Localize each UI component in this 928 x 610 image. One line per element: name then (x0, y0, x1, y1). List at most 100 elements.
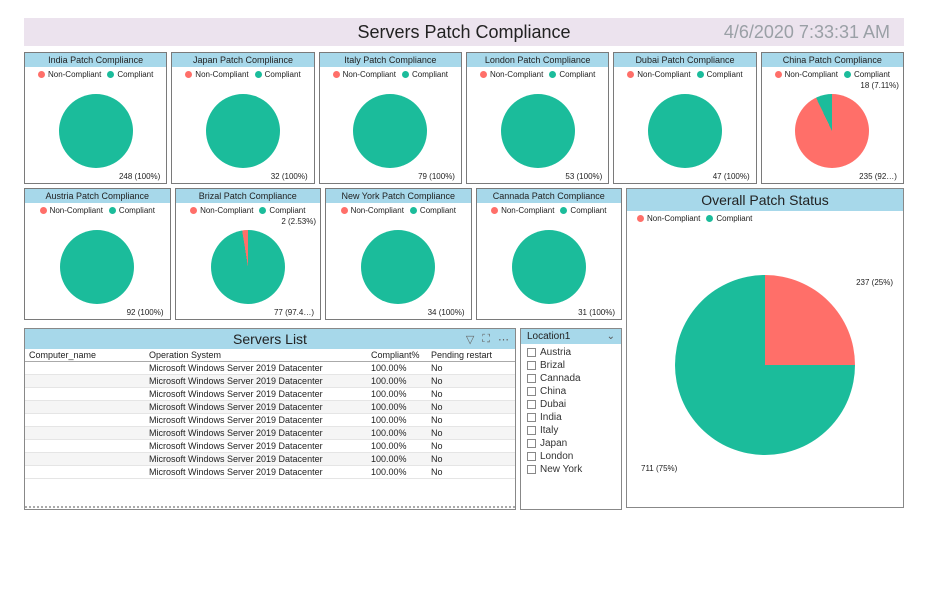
chart-title: Cannada Patch Compliance (477, 189, 622, 203)
location-item[interactable]: India (527, 412, 615, 423)
pie-chart[interactable] (512, 230, 586, 304)
location-label: Cannada (540, 373, 581, 384)
servers-table: Computer_name Operation System Compliant… (25, 349, 515, 506)
chart-title: Brizal Patch Compliance (176, 189, 321, 203)
location-item[interactable]: Italy (527, 425, 615, 436)
table-row[interactable]: Microsoft Windows Server 2019 Datacenter… (25, 466, 515, 479)
focus-icon[interactable]: ⛶ (482, 333, 490, 346)
dot-compliant-icon (549, 71, 556, 78)
location-item[interactable]: New York (527, 464, 615, 475)
checkbox-icon[interactable] (527, 400, 536, 409)
cell-os: Microsoft Windows Server 2019 Datacenter (149, 454, 371, 464)
chart-card: India Patch Compliance Non-Compliant Com… (24, 52, 167, 184)
legend-nc: Non-Compliant (647, 214, 700, 223)
location-title: Location1 (527, 331, 570, 342)
location-label: India (540, 412, 562, 423)
pie-chart[interactable] (206, 94, 280, 168)
dot-compliant-icon (844, 71, 851, 78)
table-row[interactable]: Microsoft Windows Server 2019 Datacenter… (25, 388, 515, 401)
checkbox-icon[interactable] (527, 465, 536, 474)
cell-compliant: 100.00% (371, 415, 431, 425)
location-panel: Location1 ⌄ Austria Brizal Cannada China… (520, 328, 622, 510)
pie-label: 77 (97.4…) (274, 308, 314, 317)
pie-chart[interactable] (353, 94, 427, 168)
location-label: Italy (540, 425, 558, 436)
location-item[interactable]: Dubai (527, 399, 615, 410)
legend-c: Compliant (119, 206, 155, 215)
location-item[interactable]: Brizal (527, 360, 615, 371)
location-item[interactable]: China (527, 386, 615, 397)
table-row[interactable]: Microsoft Windows Server 2019 Datacenter… (25, 414, 515, 427)
legend-c: Compliant (716, 214, 752, 223)
col-restart[interactable]: Pending restart (431, 350, 511, 360)
more-icon[interactable]: ⋯ (498, 333, 509, 346)
filter-icon[interactable]: ▽ (466, 333, 474, 346)
location-item[interactable]: London (527, 451, 615, 462)
table-row[interactable]: Microsoft Windows Server 2019 Datacenter… (25, 453, 515, 466)
checkbox-icon[interactable] (527, 374, 536, 383)
checkbox-icon[interactable] (527, 348, 536, 357)
checkbox-icon[interactable] (527, 387, 536, 396)
dot-compliant-icon (706, 215, 713, 222)
dot-compliant-icon (402, 71, 409, 78)
pie-label: 92 (100%) (127, 308, 164, 317)
row-2: Austria Patch Compliance Non-Compliant C… (24, 188, 904, 510)
checkbox-icon[interactable] (527, 439, 536, 448)
cell-os: Microsoft Windows Server 2019 Datacenter (149, 428, 371, 438)
cell-restart: No (431, 428, 511, 438)
pie-chart[interactable] (648, 94, 722, 168)
location-label: Dubai (540, 399, 566, 410)
location-list: Austria Brizal Cannada China Dubai India… (521, 344, 621, 478)
location-item[interactable]: Japan (527, 438, 615, 449)
location-header: Location1 ⌄ (521, 329, 621, 344)
legend-nc: Non-Compliant (785, 70, 838, 79)
table-row[interactable]: Microsoft Windows Server 2019 Datacenter… (25, 401, 515, 414)
col-compliant[interactable]: Compliant% (371, 350, 431, 360)
chart-card: Italy Patch Compliance Non-Compliant Com… (319, 52, 462, 184)
table-row[interactable]: Microsoft Windows Server 2019 Datacenter… (25, 427, 515, 440)
table-row[interactable]: Microsoft Windows Server 2019 Datacenter… (25, 440, 515, 453)
chevron-down-icon[interactable]: ⌄ (607, 331, 615, 342)
checkbox-icon[interactable] (527, 361, 536, 370)
location-item[interactable]: Austria (527, 347, 615, 358)
legend-c: Compliant (117, 70, 153, 79)
pie-chart[interactable] (59, 94, 133, 168)
chart-card: Dubai Patch Compliance Non-Compliant Com… (613, 52, 756, 184)
legend-c: Compliant (269, 206, 305, 215)
pie-label: 235 (92…) (859, 172, 897, 181)
col-computer[interactable]: Computer_name (29, 350, 149, 360)
dot-compliant-icon (697, 71, 704, 78)
location-item[interactable]: Cannada (527, 373, 615, 384)
checkbox-icon[interactable] (527, 413, 536, 422)
cell-restart: No (431, 363, 511, 373)
table-row[interactable]: Microsoft Windows Server 2019 Datacenter… (25, 375, 515, 388)
col-os[interactable]: Operation System (149, 350, 371, 360)
servers-footer (25, 506, 515, 509)
legend-nc: Non-Compliant (195, 70, 248, 79)
dot-non-compliant-icon (775, 71, 782, 78)
pie-chart[interactable] (795, 94, 869, 168)
pie-chart[interactable] (361, 230, 435, 304)
cell-restart: No (431, 415, 511, 425)
overall-pie[interactable] (675, 275, 855, 455)
pie-label: 53 (100%) (565, 172, 602, 181)
pie-alt-label: 2 (2.53%) (281, 217, 316, 226)
table-row[interactable]: Microsoft Windows Server 2019 Datacenter… (25, 362, 515, 375)
chart-card: Austria Patch Compliance Non-Compliant C… (24, 188, 171, 320)
chart-title: Japan Patch Compliance (172, 53, 313, 67)
overall-label-c: 711 (75%) (641, 464, 677, 473)
checkbox-icon[interactable] (527, 452, 536, 461)
title-bar: Servers Patch Compliance 4/6/2020 7:33:3… (24, 18, 904, 46)
cell-os: Microsoft Windows Server 2019 Datacenter (149, 363, 371, 373)
cell-compliant: 100.00% (371, 428, 431, 438)
checkbox-icon[interactable] (527, 426, 536, 435)
pie-label: 248 (100%) (119, 172, 160, 181)
pie-chart[interactable] (211, 230, 285, 304)
legend-c: Compliant (559, 70, 595, 79)
pie-chart[interactable] (60, 230, 134, 304)
cell-compliant: 100.00% (371, 389, 431, 399)
legend-c: Compliant (707, 70, 743, 79)
cell-compliant: 100.00% (371, 441, 431, 451)
pie-chart[interactable] (501, 94, 575, 168)
pie-label: 32 (100%) (271, 172, 308, 181)
